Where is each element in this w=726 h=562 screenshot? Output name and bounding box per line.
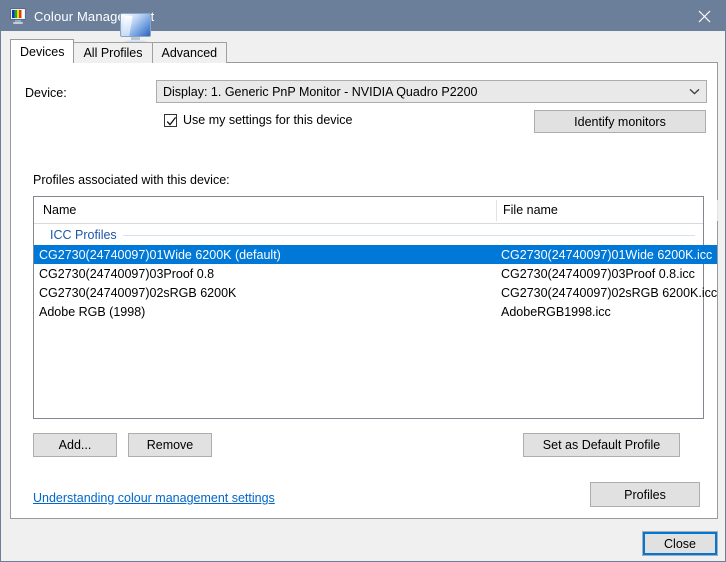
title-bar: Colour Management bbox=[1, 1, 726, 31]
dialog-footer bbox=[1, 520, 726, 562]
tab-all-profiles[interactable]: All Profiles bbox=[73, 42, 152, 63]
list-rows: CG2730(24740097)01Wide 6200K (default) C… bbox=[34, 245, 703, 321]
color-monitor-icon bbox=[10, 8, 26, 24]
use-my-settings-row[interactable]: Use my settings for this device bbox=[164, 113, 353, 127]
profile-file-name: CG2730(24740097)01Wide 6200K.icc bbox=[501, 248, 712, 262]
profile-file-name: CG2730(24740097)03Proof 0.8.icc bbox=[501, 267, 695, 281]
profiles-button[interactable]: Profiles bbox=[590, 482, 700, 507]
column-divider[interactable] bbox=[717, 200, 718, 221]
understanding-colour-management-link[interactable]: Understanding colour management settings bbox=[33, 491, 275, 505]
profile-name: CG2730(24740097)01Wide 6200K (default) bbox=[39, 248, 281, 262]
profile-name: CG2730(24740097)03Proof 0.8 bbox=[39, 267, 214, 281]
tab-devices[interactable]: Devices bbox=[10, 39, 74, 63]
colour-management-window: Colour Management Devices All Profiles A… bbox=[0, 0, 726, 562]
tab-advanced[interactable]: Advanced bbox=[152, 42, 228, 63]
device-select-value: Display: 1. Generic PnP Monitor - NVIDIA… bbox=[157, 85, 478, 99]
column-divider[interactable] bbox=[496, 200, 497, 221]
column-header-name[interactable]: Name bbox=[43, 197, 76, 222]
list-group-label: ICC Profiles bbox=[50, 228, 123, 242]
chevron-down-icon[interactable] bbox=[683, 81, 705, 102]
tab-strip: Devices All Profiles Advanced bbox=[10, 39, 226, 63]
profiles-heading: Profiles associated with this device: bbox=[33, 173, 230, 187]
profile-file-name: CG2730(24740097)02sRGB 6200K.icc bbox=[501, 286, 717, 300]
list-group-header: ICC Profiles bbox=[34, 224, 703, 245]
list-header: Name File name bbox=[34, 197, 703, 224]
remove-profile-button[interactable]: Remove bbox=[128, 433, 212, 457]
close-button[interactable]: Close bbox=[642, 531, 718, 556]
profiles-list[interactable]: Name File name ICC Profiles CG2730(24740… bbox=[33, 196, 704, 419]
use-my-settings-checkbox[interactable] bbox=[164, 114, 177, 127]
profile-file-name: AdobeRGB1998.icc bbox=[501, 305, 611, 319]
device-select[interactable]: Display: 1. Generic PnP Monitor - NVIDIA… bbox=[156, 80, 707, 103]
table-row[interactable]: Adobe RGB (1998) AdobeRGB1998.icc bbox=[34, 302, 716, 321]
close-icon[interactable] bbox=[681, 1, 726, 31]
profile-name: Adobe RGB (1998) bbox=[39, 305, 145, 319]
table-row[interactable]: CG2730(24740097)01Wide 6200K (default) C… bbox=[34, 245, 717, 264]
set-as-default-profile-button[interactable]: Set as Default Profile bbox=[523, 433, 680, 457]
column-header-file-name[interactable]: File name bbox=[503, 197, 558, 222]
identify-monitors-button[interactable]: Identify monitors bbox=[534, 110, 706, 133]
add-profile-button[interactable]: Add... bbox=[33, 433, 117, 457]
profile-name: CG2730(24740097)02sRGB 6200K bbox=[39, 286, 236, 300]
device-label: Device: bbox=[25, 86, 67, 100]
table-row[interactable]: CG2730(24740097)02sRGB 6200K CG2730(2474… bbox=[34, 283, 716, 302]
use-my-settings-label: Use my settings for this device bbox=[183, 113, 353, 127]
table-row[interactable]: CG2730(24740097)03Proof 0.8 CG2730(24740… bbox=[34, 264, 716, 283]
